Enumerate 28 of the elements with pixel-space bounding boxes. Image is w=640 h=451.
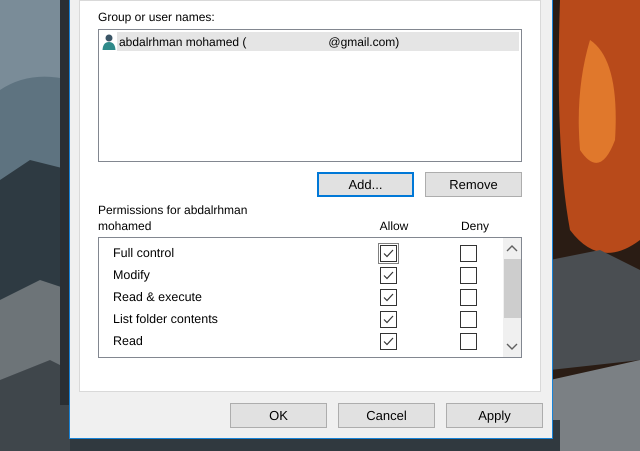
checkbox[interactable]: [458, 286, 478, 308]
permission-name: Read & execute: [113, 290, 203, 304]
checkbox[interactable]: [458, 242, 478, 264]
checkbox[interactable]: [378, 308, 398, 330]
user-icon: [101, 33, 117, 50]
checkbox[interactable]: [378, 264, 398, 286]
checkbox[interactable]: [378, 242, 398, 264]
permission-name: Full control: [113, 246, 176, 260]
checkbox[interactable]: [378, 330, 398, 352]
checkbox[interactable]: [458, 264, 478, 286]
permissions-label: Permissions for abdalrhman mohamed: [98, 202, 248, 234]
group-label: Group or user names:: [98, 10, 216, 25]
checkbox[interactable]: [458, 330, 478, 352]
column-header: Allow: [378, 218, 410, 234]
apply-button[interactable]: Apply: [446, 403, 543, 428]
checkbox[interactable]: [458, 308, 478, 330]
column-header: Deny: [460, 218, 490, 234]
remove-button[interactable]: Remove: [425, 172, 522, 197]
ok-button[interactable]: OK: [230, 403, 327, 428]
permission-name: Modify: [113, 268, 151, 282]
scrollbar[interactable]: [503, 238, 521, 357]
checkbox[interactable]: [378, 286, 398, 308]
cancel-button[interactable]: Cancel: [338, 403, 435, 428]
user-entry[interactable]: abdalrhman mohamed ( @gmail.com): [117, 32, 519, 51]
scroll-thumb[interactable]: [504, 259, 520, 318]
permission-name: List folder contents: [113, 312, 219, 326]
permission-name: Read: [113, 334, 144, 348]
add-button[interactable]: Add...: [317, 172, 414, 197]
